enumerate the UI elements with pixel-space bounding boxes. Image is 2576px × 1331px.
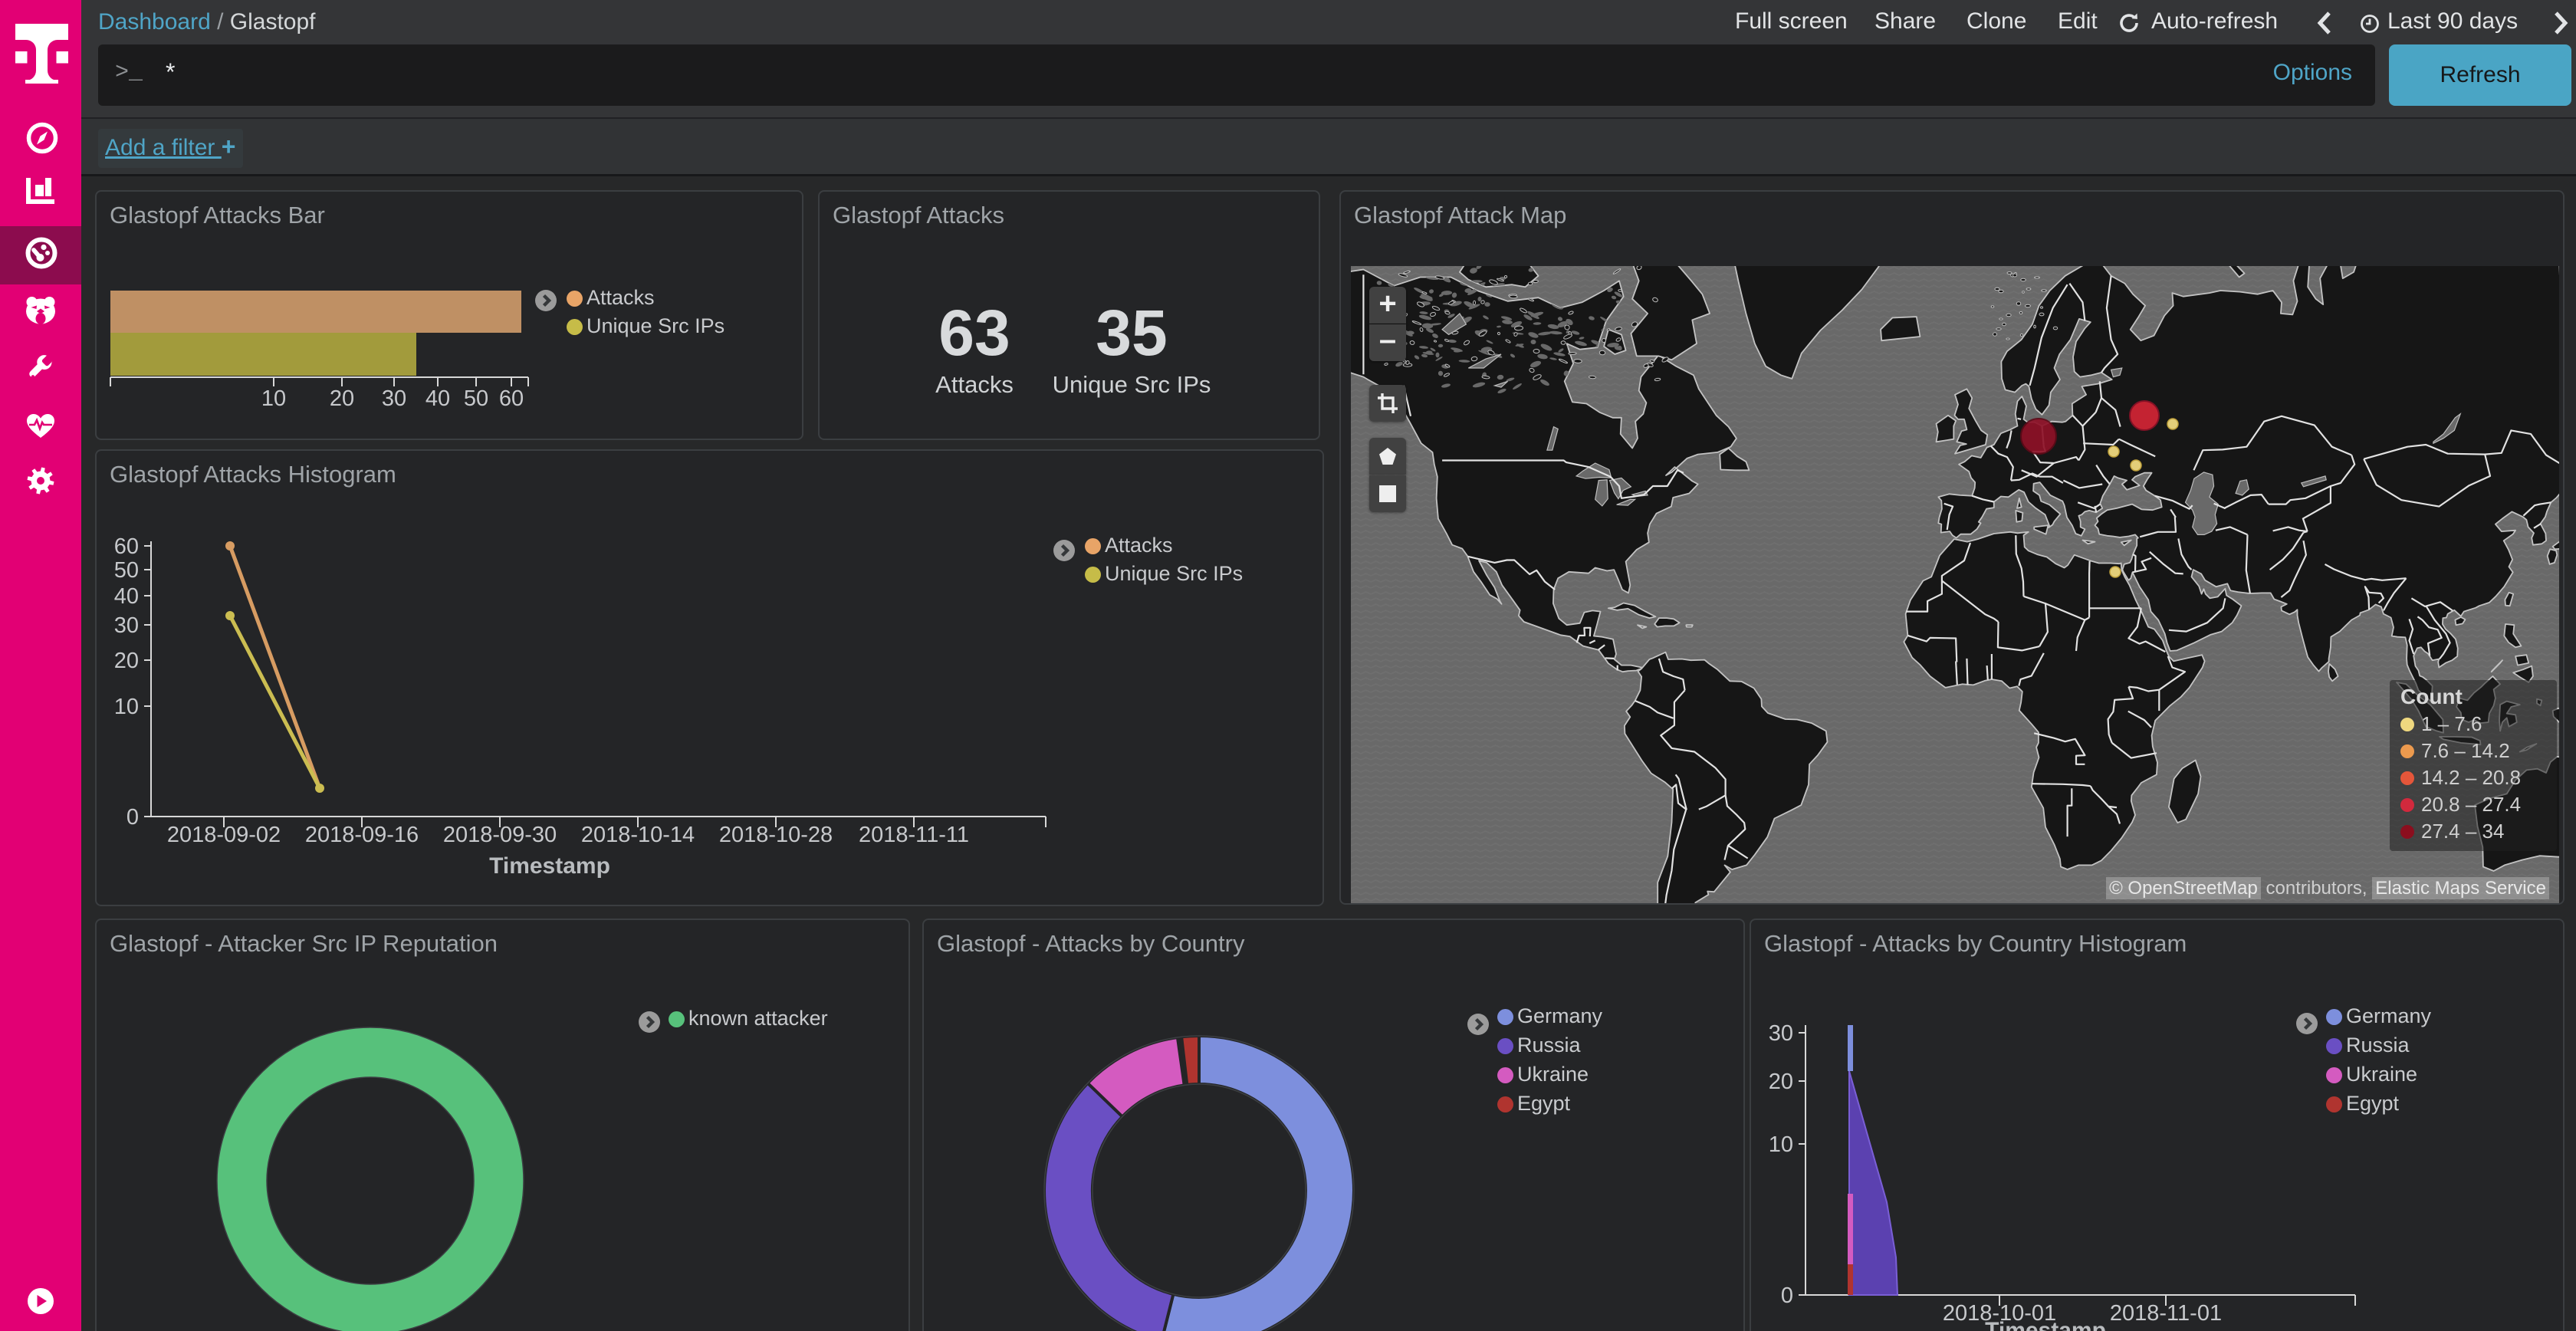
svg-text:2018-11-11: 2018-11-11 bbox=[859, 823, 969, 847]
svg-text:0: 0 bbox=[127, 805, 139, 830]
svg-text:Timestamp: Timestamp bbox=[1985, 1318, 2106, 1331]
svg-text:10: 10 bbox=[114, 695, 139, 719]
svg-text:10: 10 bbox=[1769, 1132, 1793, 1157]
svg-text:0: 0 bbox=[1781, 1283, 1793, 1308]
svg-text:20: 20 bbox=[114, 649, 139, 673]
svg-text:30: 30 bbox=[1769, 1021, 1793, 1046]
svg-text:2018-10-14: 2018-10-14 bbox=[581, 823, 695, 847]
svg-text:Timestamp: Timestamp bbox=[489, 853, 610, 879]
svg-text:10: 10 bbox=[261, 386, 286, 411]
svg-text:20: 20 bbox=[330, 386, 354, 411]
svg-text:20: 20 bbox=[1769, 1070, 1793, 1094]
svg-text:30: 30 bbox=[382, 386, 406, 411]
svg-text:2018-09-02: 2018-09-02 bbox=[167, 823, 281, 847]
svg-text:30: 30 bbox=[114, 613, 139, 638]
svg-text:50: 50 bbox=[464, 386, 488, 411]
svg-text:60: 60 bbox=[114, 534, 139, 559]
svg-text:60: 60 bbox=[499, 386, 524, 411]
svg-text:40: 40 bbox=[114, 584, 139, 609]
svg-text:40: 40 bbox=[426, 386, 450, 411]
svg-text:2018-11-01: 2018-11-01 bbox=[2110, 1301, 2222, 1326]
svg-text:2018-09-16: 2018-09-16 bbox=[305, 823, 419, 847]
svg-text:2018-10-28: 2018-10-28 bbox=[719, 823, 833, 847]
svg-text:2018-09-30: 2018-09-30 bbox=[443, 823, 557, 847]
svg-text:50: 50 bbox=[114, 558, 139, 583]
